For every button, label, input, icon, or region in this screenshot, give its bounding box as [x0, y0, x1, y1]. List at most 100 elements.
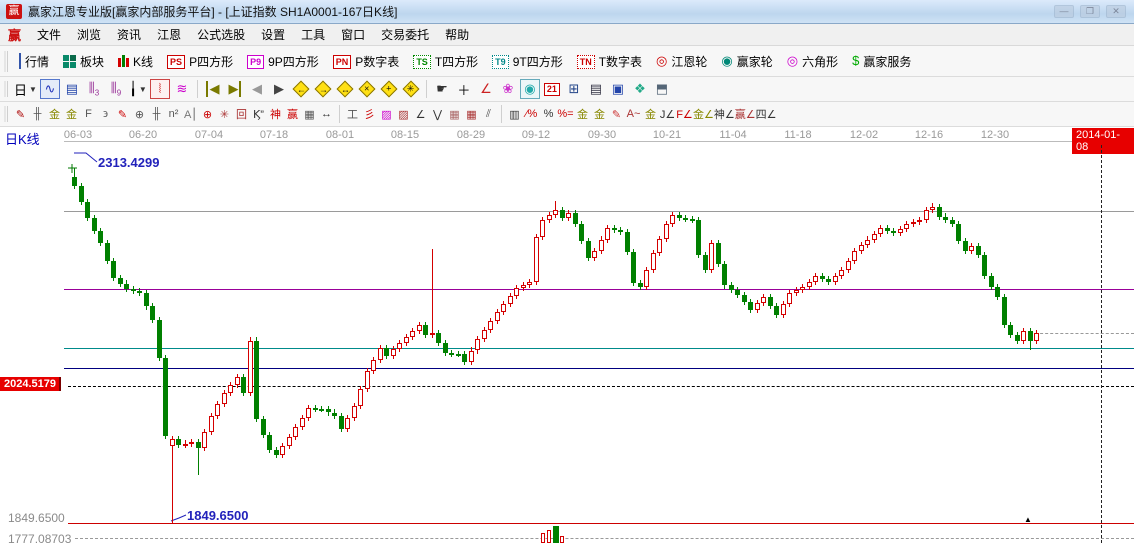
percent-line-tool[interactable]: ⁄% — [523, 105, 540, 124]
compress-xy-icon[interactable]: × — [357, 79, 377, 99]
percent-tool[interactable]: % — [540, 105, 557, 124]
pencil-tool[interactable]: ✎ — [114, 105, 131, 124]
menu-item-5[interactable]: 设置 — [253, 24, 293, 45]
gann-wheel-button[interactable]: ◎江恩轮 — [649, 50, 714, 73]
matrix-123-tool[interactable]: ▦ — [301, 105, 318, 124]
zoom-out-x-icon[interactable]: ← — [291, 79, 311, 99]
shen-tool[interactable]: 神 — [267, 105, 284, 124]
shen-angle-tool[interactable]: 神∠ — [714, 105, 735, 124]
chart-canvas[interactable]: 日K线 06-0306-2007-0407-1808-0108-1508-290… — [0, 127, 1134, 543]
text-tool[interactable]: A⎮ — [182, 105, 199, 124]
quote-grid-button[interactable]: 行情 — [12, 50, 56, 73]
ying-angle-tool[interactable]: 赢∠ — [735, 105, 756, 124]
k-count-tool[interactable]: Ϗ” — [250, 105, 267, 124]
price-grid-tool[interactable]: ╫ — [148, 105, 165, 124]
last-page-icon[interactable]: ▶ — [225, 79, 245, 99]
four-angle-tool[interactable]: 四∠ — [756, 105, 777, 124]
crosshair-icon[interactable]: ＋ — [454, 79, 474, 99]
export-net-icon[interactable]: ❖ — [630, 79, 650, 99]
calculator-icon[interactable]: ⊞ — [564, 79, 584, 99]
spiral-icon[interactable]: ◉ — [520, 79, 540, 99]
sector-blocks-button[interactable]: 板块 — [56, 50, 111, 73]
menu-item-2[interactable]: 资讯 — [109, 24, 149, 45]
expand-x-icon[interactable]: ↔ — [335, 79, 355, 99]
toolbar-grip[interactable] — [4, 51, 8, 72]
next-page-icon[interactable]: ▶ — [269, 79, 289, 99]
menu-item-4[interactable]: 公式选股 — [189, 24, 253, 45]
f10-info-icon[interactable]: ▤ — [62, 79, 82, 99]
workstation-icon[interactable]: ⬒ — [652, 79, 672, 99]
split-3-icon[interactable]: ⫼3 — [84, 79, 104, 99]
grid-arrow-tool[interactable]: ▦ — [463, 105, 480, 124]
width-measure-tool[interactable]: ↔ — [318, 105, 335, 124]
ying-tool[interactable]: 赢 — [284, 105, 301, 124]
maximize-button[interactable]: ❐ — [1080, 5, 1100, 18]
gold-grid-tool[interactable]: 金 — [46, 105, 63, 124]
volume-profile-icon[interactable]: ≋ — [172, 79, 192, 99]
red-grid-tool[interactable]: ▦ — [446, 105, 463, 124]
gann-flower-icon[interactable]: ❀ — [498, 79, 518, 99]
first-page-icon[interactable]: ◀ — [203, 79, 223, 99]
pan-hand-icon[interactable]: ☛ — [432, 79, 452, 99]
tn-box-button[interactable]: TNT数字表 — [570, 50, 649, 73]
angle-measure-icon[interactable]: ∠ — [476, 79, 496, 99]
calendar-icon[interactable]: 21 — [542, 79, 562, 99]
kline-candles-button[interactable]: K线 — [111, 50, 160, 73]
fan-square-tool[interactable]: ▨ — [395, 105, 412, 124]
ps-box-button[interactable]: PSP四方形 — [160, 50, 240, 73]
f-angle-tool[interactable]: F∠ — [676, 105, 693, 124]
menu-item-8[interactable]: 交易委托 — [373, 24, 437, 45]
hexagon-button[interactable]: ◎六角形 — [780, 50, 845, 73]
grid-tool[interactable]: ╫ — [29, 105, 46, 124]
reset-zoom-icon[interactable]: ✳ — [401, 79, 421, 99]
arc-tool[interactable]: ϶ — [97, 105, 114, 124]
pn-box-button[interactable]: PNP数字表 — [326, 50, 407, 73]
close-button[interactable]: ✕ — [1106, 5, 1126, 18]
winner-service-button[interactable]: $赢家服务 — [845, 50, 918, 73]
gann-circle-tool[interactable]: ⊕ — [199, 105, 216, 124]
candle-style-icon[interactable]: ╽▼ — [128, 79, 148, 99]
menu-item-1[interactable]: 浏览 — [69, 24, 109, 45]
price-bars-tool[interactable]: ▥ — [506, 105, 523, 124]
ts-box-button[interactable]: TST四方形 — [406, 50, 485, 73]
j-angle-tool[interactable]: J∠ — [659, 105, 676, 124]
zigzag-tool[interactable]: ⋁ — [429, 105, 446, 124]
split-9-icon[interactable]: ⫼9 — [106, 79, 126, 99]
menu-item-3[interactable]: 江恩 — [149, 24, 189, 45]
minimize-button[interactable]: — — [1054, 5, 1074, 18]
notes-icon[interactable]: ▤ — [586, 79, 606, 99]
kline-mode-icon[interactable]: ⦚ — [150, 79, 170, 99]
square-spiral-tool[interactable]: 回 — [233, 105, 250, 124]
save-icon[interactable]: ▣ — [608, 79, 628, 99]
knife-tool[interactable]: ✎ — [12, 105, 29, 124]
overlay-compare-icon[interactable]: ∿ — [40, 79, 60, 99]
toolbar-grip[interactable] — [4, 81, 8, 98]
gold-lines-tool[interactable]: 金 — [591, 105, 608, 124]
gold-angle-tool[interactable]: 金∠ — [693, 105, 714, 124]
toolbar-grip[interactable] — [4, 106, 8, 123]
menu-item-7[interactable]: 窗口 — [333, 24, 373, 45]
brush-bars-tool[interactable]: ✎ — [608, 105, 625, 124]
percent-level-tool[interactable]: %= — [557, 105, 574, 124]
gold-grid2-tool[interactable]: 金 — [63, 105, 80, 124]
wave-tool[interactable]: A~ — [625, 105, 642, 124]
beam-tool[interactable]: 工 — [344, 105, 361, 124]
t9-box-button[interactable]: T99T四方形 — [485, 50, 570, 73]
prev-page-icon[interactable]: ◀ — [247, 79, 267, 99]
p9-box-button[interactable]: P99P四方形 — [240, 50, 326, 73]
zoom-in-x-icon[interactable]: → — [313, 79, 333, 99]
gold-underline-tool[interactable]: 金 — [642, 105, 659, 124]
circle-time-tool[interactable]: ⊕ — [131, 105, 148, 124]
period-selector[interactable]: 日▼ — [13, 79, 38, 99]
parallel-tool[interactable]: ⫽ — [480, 105, 497, 124]
rays-fan-tool[interactable]: 彡 — [361, 105, 378, 124]
square-number-tool[interactable]: n² — [165, 105, 182, 124]
expand-xy-icon[interactable]: + — [379, 79, 399, 99]
angle-lines-tool[interactable]: ∠ — [412, 105, 429, 124]
menu-item-9[interactable]: 帮助 — [437, 24, 477, 45]
winner-wheel-button[interactable]: ◉赢家轮 — [714, 50, 779, 73]
fib-tool[interactable]: F — [80, 105, 97, 124]
arc-square-tool[interactable]: ▨ — [378, 105, 395, 124]
menu-item-0[interactable]: 文件 — [29, 24, 69, 45]
menu-item-6[interactable]: 工具 — [293, 24, 333, 45]
